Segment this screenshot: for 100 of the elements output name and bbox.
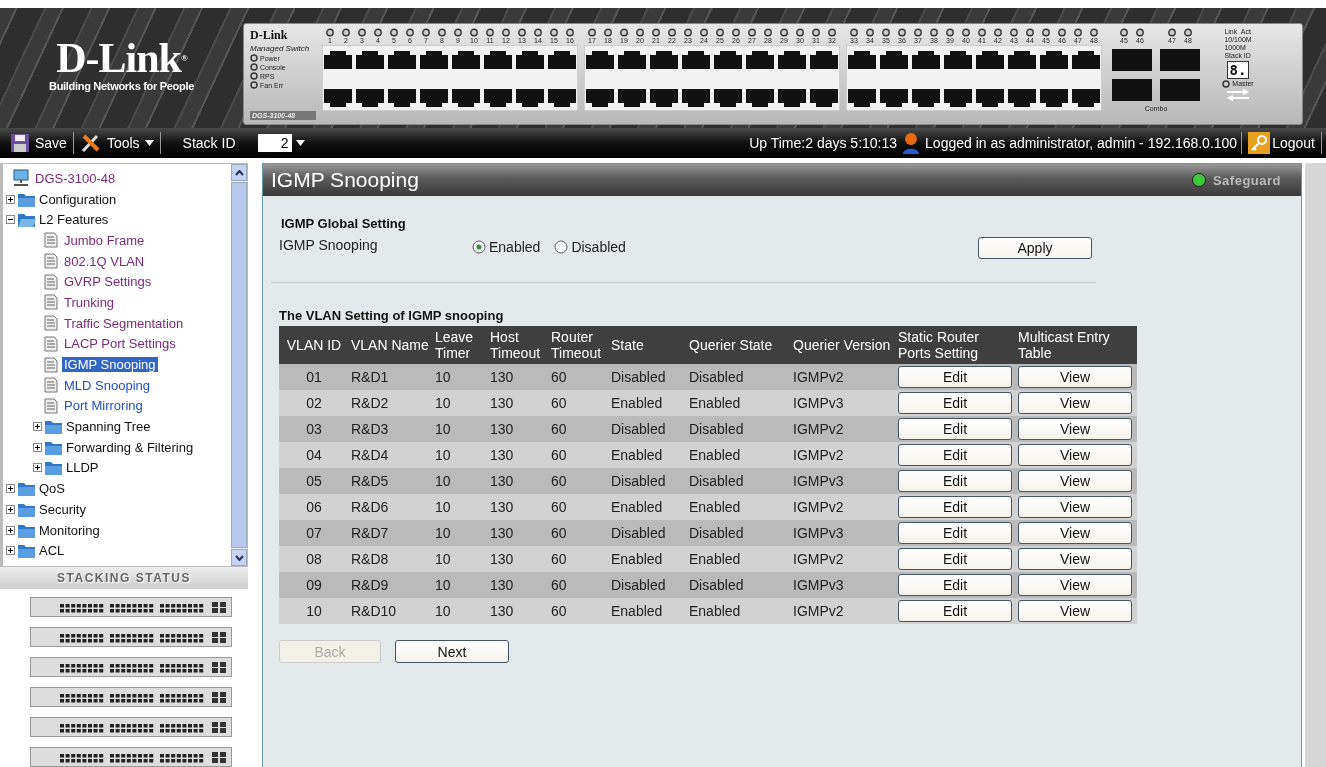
safeguard-label: Safeguard: [1212, 172, 1281, 188]
tree-item[interactable]: ACL: [37, 543, 67, 559]
table-cell: IGMPv3: [791, 390, 896, 416]
expand-toggle[interactable]: [33, 442, 42, 452]
view-button[interactable]: View: [1018, 548, 1132, 570]
edit-button[interactable]: Edit: [898, 522, 1012, 544]
tree-item[interactable]: LACP Port Settings: [62, 336, 178, 352]
folder-icon: [17, 542, 37, 560]
edit-button[interactable]: Edit: [898, 392, 1012, 414]
tree-item[interactable]: Configuration: [37, 191, 119, 207]
tree-item[interactable]: 802.1Q VLAN: [62, 253, 147, 269]
tree-item[interactable]: GVRP Settings: [62, 274, 154, 290]
table-cell: Disabled: [609, 520, 687, 546]
expand-toggle[interactable]: [6, 194, 15, 204]
edit-button[interactable]: Edit: [898, 496, 1012, 518]
view-button[interactable]: View: [1018, 444, 1132, 466]
radio-button[interactable]: [554, 240, 569, 254]
column-header: Host Timeout: [488, 326, 549, 364]
caret-icon[interactable]: [295, 140, 305, 146]
table-cell: Disabled: [687, 364, 791, 390]
table-cell: 08: [279, 546, 349, 572]
radio-option[interactable]: Disabled: [554, 239, 626, 255]
pager-button[interactable]: Next: [395, 640, 509, 663]
device-brand: D-Link: [250, 28, 289, 43]
user-icon: [901, 132, 922, 154]
table-cell: 130: [488, 546, 549, 572]
column-header: Static Router Ports Setting: [896, 326, 1016, 364]
apply-button[interactable]: Apply: [978, 237, 1092, 259]
tree-item[interactable]: MLD Snooping: [62, 377, 152, 393]
radio-button[interactable]: [472, 240, 486, 254]
save-button[interactable]: Save: [4, 133, 73, 153]
edit-button[interactable]: Edit: [898, 366, 1012, 388]
view-button[interactable]: View: [1018, 418, 1132, 440]
tools-menu-button[interactable]: Tools: [73, 133, 160, 153]
tree-item[interactable]: L2 Features: [37, 212, 111, 228]
view-button[interactable]: View: [1018, 496, 1132, 518]
view-button[interactable]: View: [1018, 366, 1132, 388]
view-button[interactable]: View: [1018, 522, 1132, 544]
edit-button[interactable]: Edit: [898, 444, 1012, 466]
expand-toggle[interactable]: [6, 525, 15, 535]
expand-toggle[interactable]: [6, 546, 15, 556]
view-button[interactable]: View: [1018, 574, 1132, 596]
table-cell: 60: [549, 468, 609, 494]
view-button[interactable]: View: [1018, 470, 1132, 492]
scroll-down-button[interactable]: [231, 549, 247, 567]
table-cell: R&D2: [349, 390, 433, 416]
folder-icon: [44, 459, 64, 477]
edit-button[interactable]: Edit: [898, 548, 1012, 570]
tree-item[interactable]: IGMP Snooping: [62, 357, 158, 373]
expand-toggle[interactable]: [6, 215, 15, 225]
view-button[interactable]: View: [1018, 392, 1132, 414]
stack-id-select[interactable]: 2: [257, 134, 292, 152]
edit-button[interactable]: Edit: [898, 418, 1012, 440]
table-cell: 130: [488, 468, 549, 494]
tree-item[interactable]: Jumbo Frame: [62, 232, 147, 248]
tree-item[interactable]: Monitoring: [37, 522, 102, 538]
page-title: IGMP Snooping: [271, 168, 419, 192]
table-cell: 10: [433, 442, 488, 468]
column-header: VLAN Name: [349, 326, 433, 364]
expand-toggle[interactable]: [33, 422, 42, 432]
table-cell: 130: [488, 416, 549, 442]
view-button[interactable]: View: [1018, 600, 1132, 622]
table-cell: 10: [433, 520, 488, 546]
tree-item[interactable]: Traffic Segmentation: [62, 315, 186, 331]
table-cell: Enabled: [687, 598, 791, 624]
table-cell: 60: [549, 364, 609, 390]
network-computer-icon: [11, 169, 31, 188]
page-icon: [44, 377, 58, 394]
edit-button[interactable]: Edit: [898, 574, 1012, 596]
stack-arrows-icon: [1225, 89, 1251, 101]
expand-toggle[interactable]: [6, 484, 15, 494]
table-cell: 60: [549, 572, 609, 598]
column-header: Router Timeout: [549, 326, 609, 364]
tree-item[interactable]: Spanning Tree: [64, 419, 153, 435]
tree-item[interactable]: QoS: [37, 481, 67, 497]
tree-item[interactable]: DGS-3100-48: [33, 170, 118, 186]
table-cell: Disabled: [609, 364, 687, 390]
table-cell: 06: [279, 494, 349, 520]
expand-toggle[interactable]: [33, 463, 42, 473]
login-status-text: Logged in as administrator, admin - 192.168.0.100: [925, 135, 1238, 151]
logo: D-Link®: [56, 38, 187, 78]
table-cell: 10: [279, 598, 349, 624]
radio-option[interactable]: Enabled: [472, 239, 541, 255]
scroll-up-button[interactable]: [231, 164, 247, 181]
tree-item[interactable]: Trunking: [62, 294, 117, 310]
edit-button[interactable]: Edit: [898, 470, 1012, 492]
table-cell: IGMPv3: [791, 520, 896, 546]
expand-toggle[interactable]: [6, 504, 15, 514]
scrollbar-thumb[interactable]: [231, 182, 247, 549]
tree-item[interactable]: Security: [37, 501, 88, 517]
tree-item[interactable]: LLDP: [64, 460, 101, 476]
tree-item[interactable]: Port Mirroring: [62, 398, 145, 414]
page-icon: [44, 253, 58, 270]
edit-button[interactable]: Edit: [898, 600, 1012, 622]
tree-item[interactable]: Forwarding & Filtering: [64, 439, 196, 455]
logout-button[interactable]: Logout: [1246, 132, 1317, 154]
column-header: VLAN ID: [279, 326, 349, 364]
table-cell: IGMPv2: [791, 598, 896, 624]
chevron-down-icon: [234, 554, 244, 561]
open-folder-icon: [17, 211, 37, 229]
